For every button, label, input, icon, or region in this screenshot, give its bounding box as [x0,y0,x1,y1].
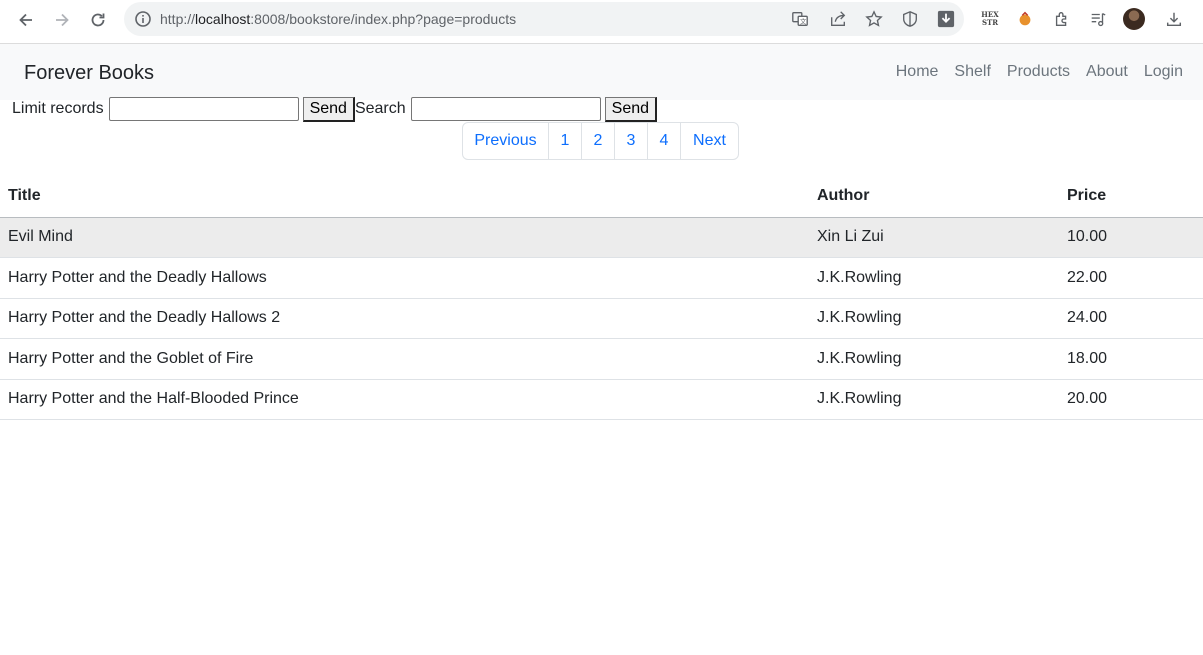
table-row[interactable]: Harry Potter and the Deadly Hallows J.K.… [0,257,1203,299]
cell-price: 22.00 [1059,257,1203,299]
media-queue-icon[interactable] [1087,8,1109,30]
profile-avatar-icon[interactable] [1123,8,1145,30]
cell-title: Evil Mind [0,217,809,258]
cell-price: 18.00 [1059,338,1203,380]
table-header-row: Title Author Price [0,176,1203,218]
cell-author: J.K.Rowling [809,298,1059,339]
nav-links: Home Shelf Products About Login [888,63,1191,81]
table-row[interactable]: Evil Mind Xin Li Zui 10.00 [0,217,1203,258]
site-brand[interactable]: Forever Books [24,62,154,85]
site-info-icon[interactable] [134,10,152,28]
pagination-next[interactable]: Next [680,123,738,159]
table-row[interactable]: Harry Potter and the Deadly Hallows 2 J.… [0,298,1203,339]
url-host: localhost [195,11,251,27]
cell-title: Harry Potter and the Half-Blooded Prince [0,379,809,420]
download-box-icon[interactable] [936,9,956,29]
nav-link-about[interactable]: About [1078,63,1136,81]
site-navbar: Forever Books Home Shelf Products About … [0,44,1203,100]
cell-title: Harry Potter and the Deadly Hallows [0,257,809,299]
translate-icon[interactable]: 文 [790,9,810,29]
search-send-button[interactable]: Send [604,96,658,122]
extension-orange-icon[interactable] [1014,8,1036,30]
limit-send-button[interactable]: Send [302,96,355,122]
extensions-puzzle-icon[interactable] [1051,8,1073,30]
cell-author: Xin Li Zui [809,217,1059,258]
header-author: Author [809,176,1059,218]
filter-forms: Limit records Send Search Send [12,96,658,122]
pagination-previous[interactable]: Previous [463,123,548,159]
address-bar[interactable]: http://localhost:8008/bookstore/index.ph… [124,2,964,36]
nav-link-login[interactable]: Login [1136,63,1191,81]
back-icon[interactable] [12,6,40,34]
url-prefix: http:// [160,11,196,27]
search-label: Search [354,100,406,117]
downloads-icon[interactable] [1163,8,1185,30]
products-table: Title Author Price Evil Mind Xin Li Zui … [0,176,1203,420]
cell-author: J.K.Rowling [809,338,1059,380]
nav-link-shelf[interactable]: Shelf [946,63,998,81]
cell-author: J.K.Rowling [809,379,1059,420]
url-text: http://localhost:8008/bookstore/index.ph… [160,11,516,27]
cell-price: 20.00 [1059,379,1203,420]
bookmark-star-icon[interactable] [864,9,884,29]
nav-link-home[interactable]: Home [888,63,947,81]
pagination: Previous 1 2 3 4 Next [462,122,739,160]
cell-author: J.K.Rowling [809,257,1059,299]
search-input[interactable] [410,97,601,121]
table-row[interactable]: Harry Potter and the Half-Blooded Prince… [0,379,1203,420]
limit-records-input[interactable] [108,97,299,121]
header-price: Price [1059,176,1203,218]
svg-text:文: 文 [800,17,807,26]
cell-title: Harry Potter and the Deadly Hallows 2 [0,298,809,339]
pagination-page-3[interactable]: 3 [614,123,647,159]
str-label: STR [981,18,999,27]
hex-str-extension-icon[interactable]: HEX STR [979,8,1001,30]
nav-link-products[interactable]: Products [999,63,1078,81]
pagination-page-4[interactable]: 4 [647,123,680,159]
url-path: :8008/bookstore/index.php?page=products [250,11,517,27]
pagination-page-1[interactable]: 1 [548,123,581,159]
table-row[interactable]: Harry Potter and the Goblet of Fire J.K.… [0,338,1203,380]
browser-toolbar: http://localhost:8008/bookstore/index.ph… [0,0,1203,44]
pagination-page-2[interactable]: 2 [581,123,614,159]
reload-icon[interactable] [84,6,112,34]
forward-icon[interactable] [48,6,76,34]
avatar[interactable] [1123,8,1145,30]
shield-icon[interactable] [900,9,920,29]
limit-records-label: Limit records [12,100,104,117]
share-icon[interactable] [828,9,848,29]
header-title: Title [0,176,809,218]
cell-price: 24.00 [1059,298,1203,339]
cell-price: 10.00 [1059,217,1203,258]
cell-title: Harry Potter and the Goblet of Fire [0,338,809,380]
